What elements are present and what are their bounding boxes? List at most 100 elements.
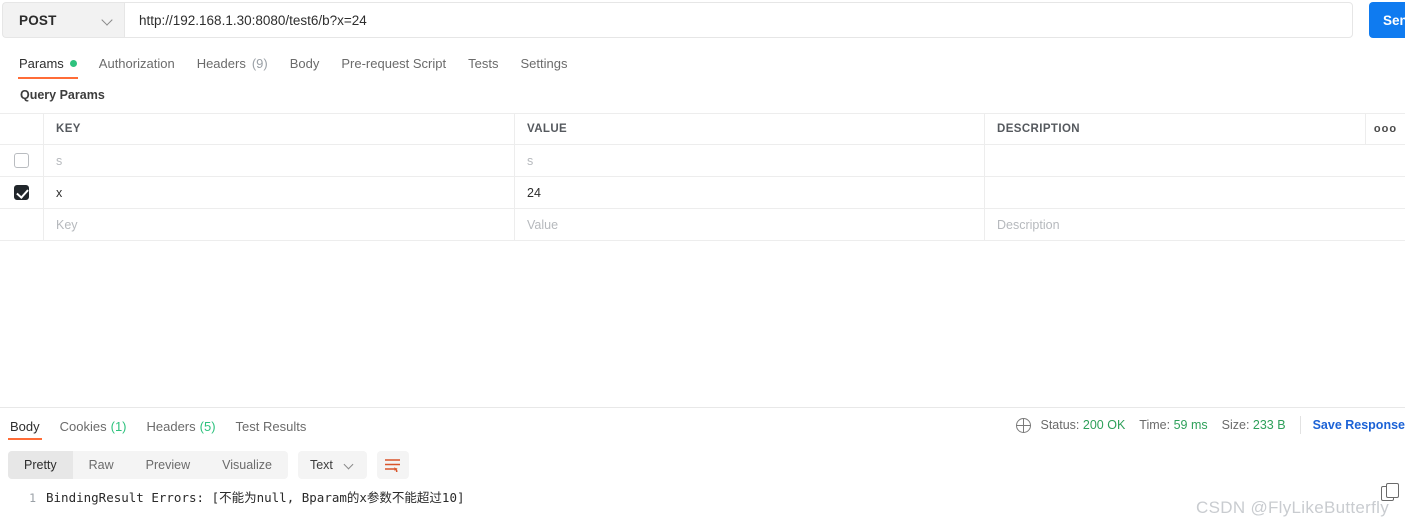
status-divider <box>1299 416 1301 434</box>
new-row-description-cell[interactable]: Description <box>985 209 1405 240</box>
row-key-cell[interactable]: x <box>44 177 515 208</box>
http-method-dropdown[interactable]: POST <box>2 2 124 38</box>
new-row-key-cell[interactable]: Key <box>44 209 515 240</box>
request-url-bar: POST http://192.168.1.30:8080/test6/b?x=… <box>0 0 1405 40</box>
response-status-bar: Status: 200 OK Time: 59 ms Size: 233 B S… <box>1015 414 1405 436</box>
tab-params[interactable]: Params <box>8 48 88 79</box>
wrap-text-button[interactable] <box>376 451 409 479</box>
tab-tests-label: Tests <box>468 56 499 71</box>
tab-headers[interactable]: Headers (9) <box>186 48 279 79</box>
globe-icon <box>1015 417 1031 433</box>
wrap-text-icon <box>385 459 401 472</box>
column-header-key: KEY <box>56 123 81 135</box>
tab-tests[interactable]: Tests <box>457 48 509 79</box>
header-value-cell: VALUE <box>515 114 985 144</box>
query-params-table: KEY VALUE DESCRIPTION ooo s s x 24 Key V… <box>0 113 1405 241</box>
url-text: http://192.168.1.30:8080/test6/b?x=24 <box>139 12 367 28</box>
row-value-cell[interactable]: 24 <box>515 177 985 208</box>
more-options-icon: ooo <box>1373 123 1398 135</box>
tab-authorization-label: Authorization <box>98 56 175 71</box>
response-tab-headers-count: (5) <box>199 418 216 434</box>
view-mode-raw[interactable]: Raw <box>73 451 130 479</box>
response-view-toolbar: Pretty Raw Preview Visualize Text <box>8 451 409 479</box>
status-badge: Status: 200 OK <box>1041 418 1126 432</box>
column-header-value: VALUE <box>527 123 568 135</box>
status-label: Status: <box>1040 418 1080 432</box>
view-mode-visualize[interactable]: Visualize <box>206 451 288 479</box>
row-description-cell[interactable] <box>985 177 1405 208</box>
row-value-cell[interactable]: s <box>515 145 985 176</box>
bulk-edit-menu-button[interactable]: ooo <box>1365 114 1405 144</box>
new-row-checkbox-cell <box>0 209 44 240</box>
tab-headers-count: (9) <box>251 56 268 71</box>
tab-body[interactable]: Body <box>279 48 331 79</box>
new-row-value-cell[interactable]: Value <box>515 209 985 240</box>
chevron-down-icon <box>345 460 355 470</box>
response-view-mode-group: Pretty Raw Preview Visualize <box>8 451 288 479</box>
line-number: 1 <box>29 491 36 505</box>
response-tab-cookies-count: (1) <box>110 418 127 434</box>
request-tab-bar: Params Authorization Headers (9) Body Pr… <box>0 48 1405 80</box>
row-enabled-checkbox[interactable] <box>14 153 29 168</box>
time-badge: Time: 59 ms <box>1139 418 1207 432</box>
response-tab-body-label: Body <box>10 418 40 434</box>
header-key-cell: KEY <box>44 114 515 144</box>
url-input[interactable]: http://192.168.1.30:8080/test6/b?x=24 <box>124 2 1353 38</box>
line-content: BindingResult Errors: [不能为null, Bparam的x… <box>46 490 465 505</box>
watermark: CSDN @FlyLikeButterfly <box>1196 498 1389 517</box>
row-key-cell[interactable]: s <box>44 145 515 176</box>
response-body-code: 1 BindingResult Errors: [不能为null, Bparam… <box>0 488 1405 530</box>
view-mode-preview[interactable]: Preview <box>130 451 206 479</box>
row-key-text: s <box>56 153 63 168</box>
row-description-cell[interactable] <box>985 145 1405 176</box>
response-section-divider <box>0 407 1405 408</box>
row-key-text: x <box>56 185 63 200</box>
row-checkbox-cell <box>0 145 44 176</box>
send-button[interactable]: Send <box>1369 2 1405 38</box>
row-enabled-checkbox[interactable] <box>14 185 29 200</box>
tab-body-label: Body <box>289 56 320 71</box>
table-row: s s <box>0 145 1405 177</box>
tab-settings[interactable]: Settings <box>509 48 578 79</box>
table-header-row: KEY VALUE DESCRIPTION ooo <box>0 114 1405 145</box>
size-value: 233 B <box>1252 418 1286 432</box>
code-line: 1 BindingResult Errors: [不能为null, Bparam… <box>0 488 1405 508</box>
size-label: Size: <box>1221 418 1250 432</box>
response-format-dropdown[interactable]: Text <box>297 451 367 479</box>
response-tab-test-results[interactable]: Test Results <box>226 412 317 440</box>
table-row-new: Key Value Description <box>0 209 1405 241</box>
new-row-value-placeholder: Value <box>527 217 559 232</box>
chevron-down-icon <box>102 14 114 26</box>
row-checkbox-cell <box>0 177 44 208</box>
view-mode-pretty[interactable]: Pretty <box>8 451 73 479</box>
response-tab-headers-label: Headers <box>146 418 196 434</box>
tab-pre-request-script-label: Pre-request Script <box>341 56 447 71</box>
params-modified-dot-icon <box>69 60 77 67</box>
response-tab-bar: Body Cookies (1) Headers (5) Test Result… <box>0 412 316 440</box>
new-row-description-placeholder: Description <box>997 217 1060 232</box>
tab-headers-label: Headers <box>196 56 246 71</box>
row-value-text: s <box>527 153 534 168</box>
column-header-description: DESCRIPTION <box>997 123 1080 135</box>
save-response-button[interactable]: Save Response <box>1313 418 1405 432</box>
tab-settings-label: Settings <box>520 56 568 71</box>
tab-authorization[interactable]: Authorization <box>88 48 186 79</box>
response-format-label: Text <box>309 458 333 472</box>
header-checkbox-cell <box>0 114 44 144</box>
header-description-cell: DESCRIPTION <box>985 114 1365 144</box>
response-tab-cookies[interactable]: Cookies (1) <box>50 412 137 440</box>
tab-pre-request-script[interactable]: Pre-request Script <box>330 48 457 79</box>
response-tab-test-results-label: Test Results <box>235 418 307 434</box>
new-row-key-placeholder: Key <box>56 217 78 232</box>
tab-params-label: Params <box>19 56 64 71</box>
response-tab-cookies-label: Cookies <box>59 418 107 434</box>
response-tab-headers[interactable]: Headers (5) <box>137 412 226 440</box>
size-badge: Size: 233 B <box>1222 418 1286 432</box>
status-value: 200 OK <box>1082 418 1126 432</box>
time-value: 59 ms <box>1173 418 1208 432</box>
response-tab-body[interactable]: Body <box>0 412 50 440</box>
table-row: x 24 <box>0 177 1405 209</box>
query-params-title: Query Params <box>20 88 105 102</box>
row-value-text: 24 <box>527 185 541 200</box>
time-label: Time: <box>1139 418 1171 432</box>
